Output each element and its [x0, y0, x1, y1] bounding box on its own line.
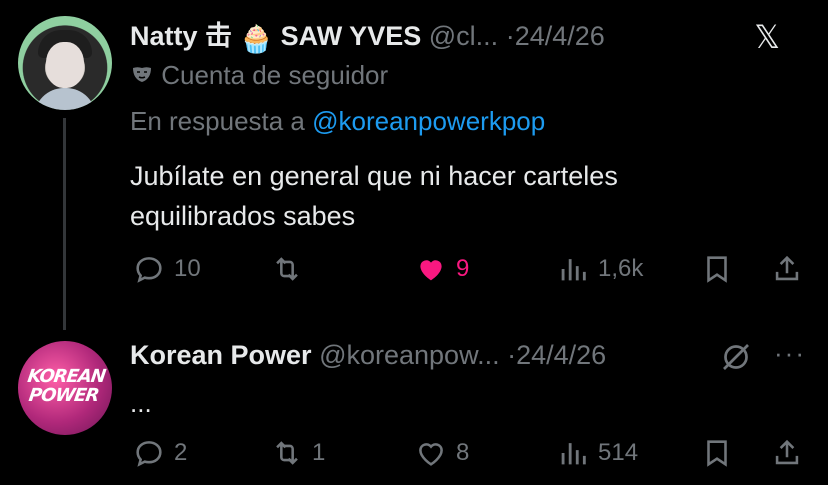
- x-logo-icon[interactable]: 𝕏: [754, 18, 780, 56]
- avatar[interactable]: KOREAN POWER: [18, 341, 112, 435]
- views-button[interactable]: 1,6k: [556, 252, 643, 286]
- date[interactable]: 24/4/26: [515, 21, 605, 51]
- like-button[interactable]: 8: [414, 436, 469, 470]
- heart-filled-icon: [420, 260, 442, 281]
- reply-handle-link[interactable]: @koreanpowerkpop: [312, 106, 545, 136]
- separator: ·: [505, 21, 515, 51]
- avatar-face: [46, 42, 84, 88]
- retweet-icon: [276, 257, 298, 281]
- account-label: Cuenta de seguidor: [130, 60, 388, 91]
- reply-button[interactable]: 10: [132, 252, 201, 286]
- handle[interactable]: @cl...: [429, 21, 498, 51]
- share-icon: [775, 439, 799, 465]
- views-count: 1,6k: [598, 255, 644, 282]
- tweet-header: Korean Power @koreanpow... ·24/4/26: [130, 340, 606, 371]
- thread-line: [63, 118, 66, 330]
- avatar-logo-line2: POWER: [27, 385, 100, 406]
- reply-icon: [136, 441, 162, 467]
- reply-button[interactable]: 2: [132, 436, 187, 470]
- account-label-text: Cuenta de seguidor: [161, 60, 389, 90]
- share-icon: [775, 255, 799, 281]
- views-icon: [561, 259, 586, 281]
- avatar[interactable]: [18, 16, 112, 110]
- avatar-body: [34, 88, 96, 110]
- separator: ·: [507, 340, 517, 370]
- share-button[interactable]: [770, 436, 804, 470]
- tweet-reply[interactable]: Natty 击 🧁 SAW YVES @cl... ·24/4/26 𝕏 Cue…: [0, 0, 828, 330]
- handle[interactable]: @koreanpow...: [319, 340, 500, 370]
- retweet-count: 1: [312, 439, 326, 466]
- like-count: 8: [456, 439, 470, 466]
- bookmark-icon: [707, 256, 727, 283]
- muted-icon[interactable]: [718, 339, 754, 380]
- bookmark-icon: [707, 440, 727, 467]
- retweet-button[interactable]: 1: [270, 436, 325, 470]
- retweet-button[interactable]: [270, 252, 312, 286]
- reply-prefix: En respuesta a: [130, 106, 305, 136]
- bookmark-button[interactable]: [700, 436, 734, 470]
- reply-context: En respuesta a @koreanpowerkpop: [130, 106, 545, 137]
- avatar-logo: KOREAN POWER: [18, 366, 112, 406]
- avatar-logo-line1: KOREAN: [26, 366, 107, 387]
- tweet-header: Natty 击 🧁 SAW YVES @cl... ·24/4/26: [130, 14, 605, 55]
- tweet-text: Jubílate en general que ni hacer cartele…: [130, 161, 618, 231]
- tweet-text: ...: [130, 388, 152, 418]
- date[interactable]: 24/4/26: [516, 340, 606, 370]
- display-name[interactable]: Natty 击: [130, 21, 232, 51]
- action-bar: 10 9 1,6k: [130, 252, 810, 292]
- views-count: 514: [598, 439, 639, 466]
- reply-count: 2: [174, 439, 188, 466]
- display-name-suffix[interactable]: SAW YVES: [281, 21, 422, 51]
- views-button[interactable]: 514: [556, 436, 638, 470]
- reply-count: 10: [174, 255, 201, 282]
- reply-icon: [136, 257, 162, 283]
- mask-icon: [130, 60, 161, 90]
- like-count: 9: [456, 255, 470, 282]
- views-icon: [561, 443, 586, 465]
- heart-icon: [419, 443, 443, 466]
- retweet-icon: [276, 441, 298, 465]
- more-options-icon[interactable]: ···: [774, 338, 806, 369]
- cupcake-icon: 🧁: [239, 24, 274, 54]
- display-name[interactable]: Korean Power: [130, 340, 312, 370]
- share-button[interactable]: [770, 252, 804, 286]
- action-bar: 2 1 8 514: [130, 436, 810, 476]
- bookmark-button[interactable]: [700, 252, 734, 286]
- like-button[interactable]: 9: [414, 252, 469, 286]
